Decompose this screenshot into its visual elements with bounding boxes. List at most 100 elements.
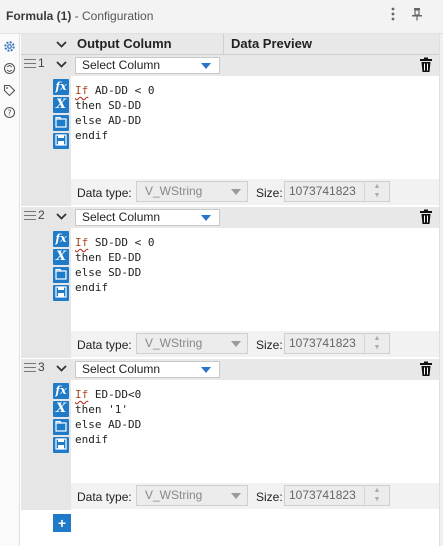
delete-row-trash-icon[interactable] (419, 361, 433, 377)
pin-icon[interactable] (409, 7, 425, 24)
row-number: 2 (38, 208, 45, 222)
code-line: AD-DD < 0 (88, 84, 155, 97)
kebab-menu-icon[interactable] (385, 7, 401, 24)
data-type-value: V_WString (145, 184, 203, 198)
expression-code[interactable]: If ED-DD<0 then '1' else AD-DD endif (71, 383, 439, 447)
dropdown-caret-icon (201, 63, 211, 69)
save-expression-icon[interactable] (53, 285, 69, 301)
drag-handle-icon[interactable] (24, 59, 36, 69)
size-value: 1073741823 (289, 336, 356, 350)
open-expression-icon[interactable] (53, 267, 69, 283)
open-expression-icon[interactable] (53, 419, 69, 435)
data-type-value: V_WString (145, 488, 203, 502)
keyword-if: If (75, 388, 89, 401)
spin-up-icon[interactable]: ▲ (365, 182, 389, 191)
dropdown-caret-icon (231, 189, 241, 195)
output-column-select[interactable]: Select Column (75, 361, 220, 378)
spin-down-icon[interactable]: ▼ (365, 495, 389, 504)
collapse-all-chevron-icon[interactable] (51, 35, 71, 53)
function-fx-button[interactable]: fx (53, 231, 69, 247)
keyword-if: If (75, 236, 89, 249)
expression-code[interactable]: If SD-DD < 0 then ED-DD else SD-DD endif (71, 231, 439, 295)
row-collapse-chevron-icon[interactable] (53, 207, 69, 225)
help-icon[interactable]: ? (2, 106, 17, 121)
row-collapse-chevron-icon[interactable] (53, 359, 69, 377)
data-type-bar: Data type: V_WString Size: 1073741823 ▲ ▼ (71, 331, 439, 357)
title-subtitle: - Configuration (71, 9, 154, 23)
size-spinner[interactable]: ▲ ▼ (364, 182, 389, 201)
output-column-select[interactable]: Select Column (75, 57, 220, 74)
code-line: endif (75, 281, 109, 294)
variables-x-button[interactable]: X (53, 249, 69, 265)
save-expression-icon[interactable] (53, 133, 69, 149)
size-label: Size: (256, 490, 283, 504)
data-type-select[interactable]: V_WString (136, 333, 248, 354)
data-type-label: Data type: (77, 338, 132, 352)
spin-down-icon[interactable]: ▼ (365, 343, 389, 352)
drag-handle-icon[interactable] (24, 363, 36, 373)
dropdown-caret-icon (201, 215, 211, 221)
spin-down-icon[interactable]: ▼ (365, 191, 389, 200)
variables-x-button[interactable]: X (53, 401, 69, 417)
expression-editor[interactable]: If ED-DD<0 then '1' else AD-DD endif (71, 383, 439, 483)
function-fx-button[interactable]: fx (53, 383, 69, 399)
size-input[interactable]: 1073741823 ▲ ▼ (284, 485, 390, 506)
data-preview-header: Data Preview (231, 36, 312, 51)
function-fx-button[interactable]: fx (53, 79, 69, 95)
title-name: Formula (1) (6, 9, 72, 23)
add-formula-button[interactable]: + (53, 514, 71, 532)
tag-icon[interactable] (2, 84, 17, 99)
output-column-select[interactable]: Select Column (75, 209, 220, 226)
data-type-label: Data type: (77, 490, 132, 504)
row-gutter: 1 fx X (21, 55, 71, 206)
row-number: 1 (38, 56, 45, 70)
expression-editor[interactable]: If AD-DD < 0 then SD-DD else AD-DD endif (71, 79, 439, 179)
delete-row-trash-icon[interactable] (419, 209, 433, 225)
row-gutter: 3 fx X (21, 359, 71, 510)
expression-code[interactable]: If AD-DD < 0 then SD-DD else AD-DD endif (71, 79, 439, 143)
dropdown-caret-icon (231, 341, 241, 347)
code-line: SD-DD < 0 (88, 236, 155, 249)
code-line: then ED-DD (75, 251, 142, 264)
size-input[interactable]: 1073741823 ▲ ▼ (284, 333, 390, 354)
size-spinner[interactable]: ▲ ▼ (364, 334, 389, 353)
size-input[interactable]: 1073741823 ▲ ▼ (284, 181, 390, 202)
formula-tool-buttons: fx X (53, 231, 71, 303)
right-scroll-edge (439, 34, 443, 546)
svg-text:?: ? (7, 108, 11, 117)
spin-up-icon[interactable]: ▲ (365, 486, 389, 495)
grid-header: Output Column Data Preview (21, 34, 439, 55)
save-expression-icon[interactable] (53, 437, 69, 453)
data-type-bar: Data type: V_WString Size: 1073741823 ▲ ▼ (71, 179, 439, 205)
workflow-icon[interactable] (2, 62, 17, 77)
data-type-value: V_WString (145, 336, 203, 350)
open-expression-icon[interactable] (53, 115, 69, 131)
drag-handle-icon[interactable] (24, 211, 36, 221)
output-column-header[interactable]: Output Column (71, 34, 223, 54)
title-bar: Formula (1) - Configuration (0, 0, 443, 34)
data-type-select[interactable]: V_WString (136, 485, 248, 506)
delete-row-trash-icon[interactable] (419, 57, 433, 73)
code-line: else SD-DD (75, 266, 142, 279)
formula-tool-buttons: fx X (53, 79, 71, 151)
data-type-select[interactable]: V_WString (136, 181, 248, 202)
row-collapse-chevron-icon[interactable] (53, 55, 69, 73)
size-value: 1073741823 (289, 184, 356, 198)
expression-editor[interactable]: If SD-DD < 0 then ED-DD else SD-DD endif (71, 231, 439, 331)
row-gutter: 2 fx X (21, 207, 71, 358)
size-spinner[interactable]: ▲ ▼ (364, 486, 389, 505)
formula-row: 1 fx X Select Column If AD-DD < 0 then S… (21, 55, 439, 206)
row-header-bar: Select Column (71, 359, 439, 380)
code-line: then SD-DD (75, 99, 142, 112)
row-header-bar: Select Column (71, 207, 439, 228)
size-label: Size: (256, 338, 283, 352)
spin-up-icon[interactable]: ▲ (365, 334, 389, 343)
select-column-label: Select Column (82, 362, 161, 376)
data-type-bar: Data type: V_WString Size: 1073741823 ▲ ▼ (71, 483, 439, 509)
select-column-label: Select Column (82, 210, 161, 224)
dropdown-caret-icon (201, 367, 211, 373)
gear-icon[interactable] (2, 40, 17, 55)
code-line: else AD-DD (75, 114, 142, 127)
header-divider[interactable] (223, 34, 224, 54)
variables-x-button[interactable]: X (53, 97, 69, 113)
